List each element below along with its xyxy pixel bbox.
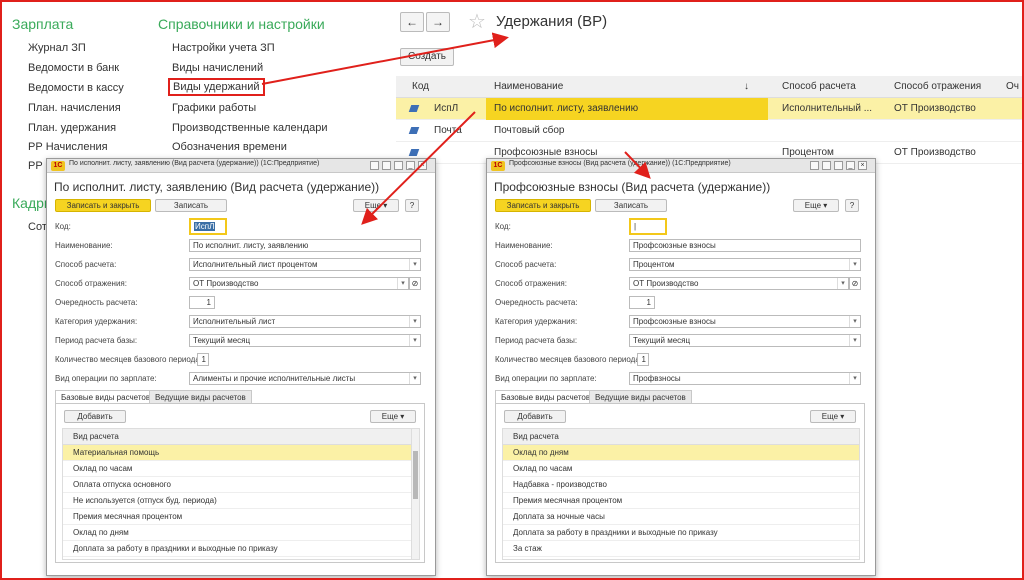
annotation-frame	[0, 0, 1024, 580]
